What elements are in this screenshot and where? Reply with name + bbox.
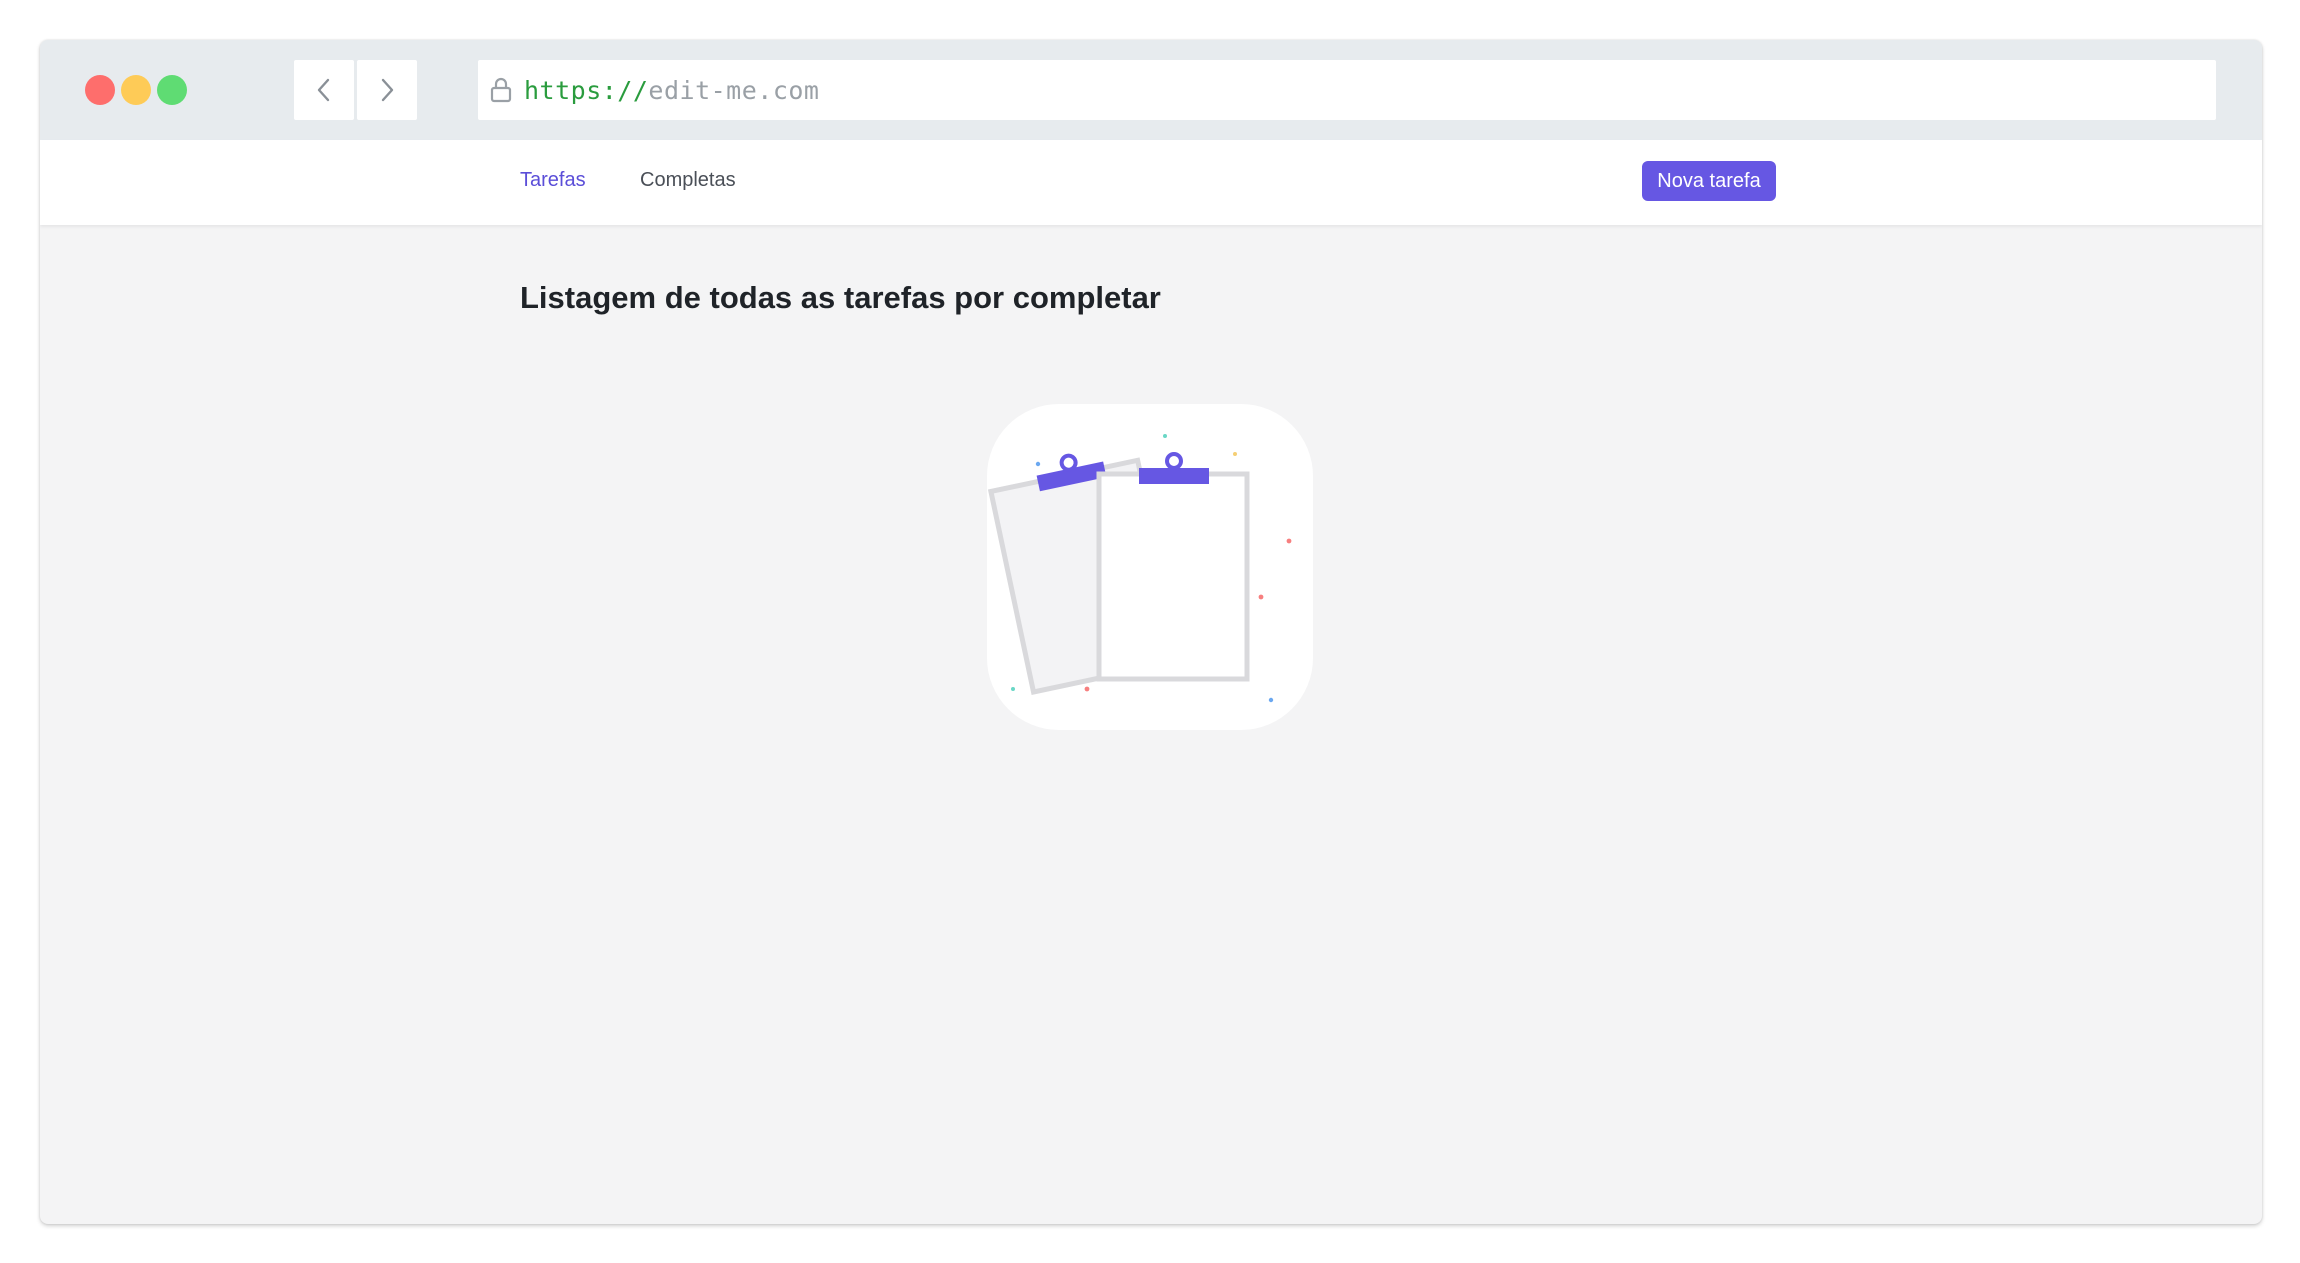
- tab-tarefas[interactable]: Tarefas: [520, 169, 586, 192]
- app-navbar: Tarefas Completas Nova tarefa: [40, 140, 2262, 225]
- address-bar[interactable]: https://edit-me.com: [478, 60, 2216, 120]
- forward-button[interactable]: [357, 60, 417, 120]
- browser-toolbar: https://edit-me.com: [40, 40, 2262, 140]
- empty-state-illustration: [987, 404, 1313, 730]
- back-button[interactable]: [294, 60, 354, 120]
- chevron-left-icon: [317, 78, 330, 102]
- minimize-window-button[interactable]: [121, 75, 151, 105]
- url-text: https://edit-me.com: [524, 76, 820, 105]
- url-host: edit-me.com: [648, 75, 820, 105]
- browser-window: https://edit-me.com Tarefas Completas No…: [40, 40, 2262, 1224]
- clipboards-icon: [987, 434, 1292, 703]
- chevron-right-icon: [381, 78, 394, 102]
- maximize-window-button[interactable]: [157, 75, 187, 105]
- lock-icon: [490, 76, 512, 104]
- tab-completas[interactable]: Completas: [640, 169, 736, 192]
- new-task-button[interactable]: Nova tarefa: [1642, 161, 1776, 201]
- close-window-button[interactable]: [85, 75, 115, 105]
- page-title: Listagem de todas as tarefas por complet…: [520, 280, 1161, 315]
- url-scheme: https://: [524, 75, 649, 105]
